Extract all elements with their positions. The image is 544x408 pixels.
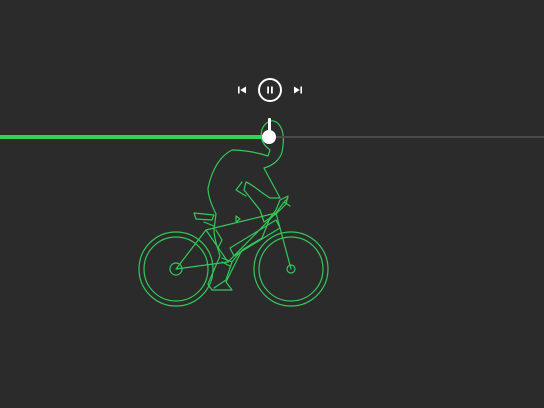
pedal-marker bbox=[235, 215, 241, 223]
pause-button[interactable] bbox=[258, 78, 282, 102]
skip-next-icon bbox=[294, 86, 302, 94]
player-screen bbox=[0, 0, 544, 408]
playback-controls bbox=[232, 76, 308, 104]
progress-scrubber-handle[interactable] bbox=[262, 130, 276, 144]
skip-previous-icon bbox=[238, 86, 246, 94]
next-track-button[interactable] bbox=[288, 76, 308, 104]
rider-body bbox=[207, 120, 289, 291]
progress-track-fill bbox=[0, 135, 269, 139]
pause-icon bbox=[267, 86, 273, 94]
bike-seat bbox=[193, 212, 215, 221]
cyclist-outline-icon bbox=[138, 120, 329, 307]
previous-track-button[interactable] bbox=[232, 76, 252, 104]
cyclist-illustration bbox=[138, 120, 329, 307]
bike-downtube bbox=[229, 219, 281, 257]
